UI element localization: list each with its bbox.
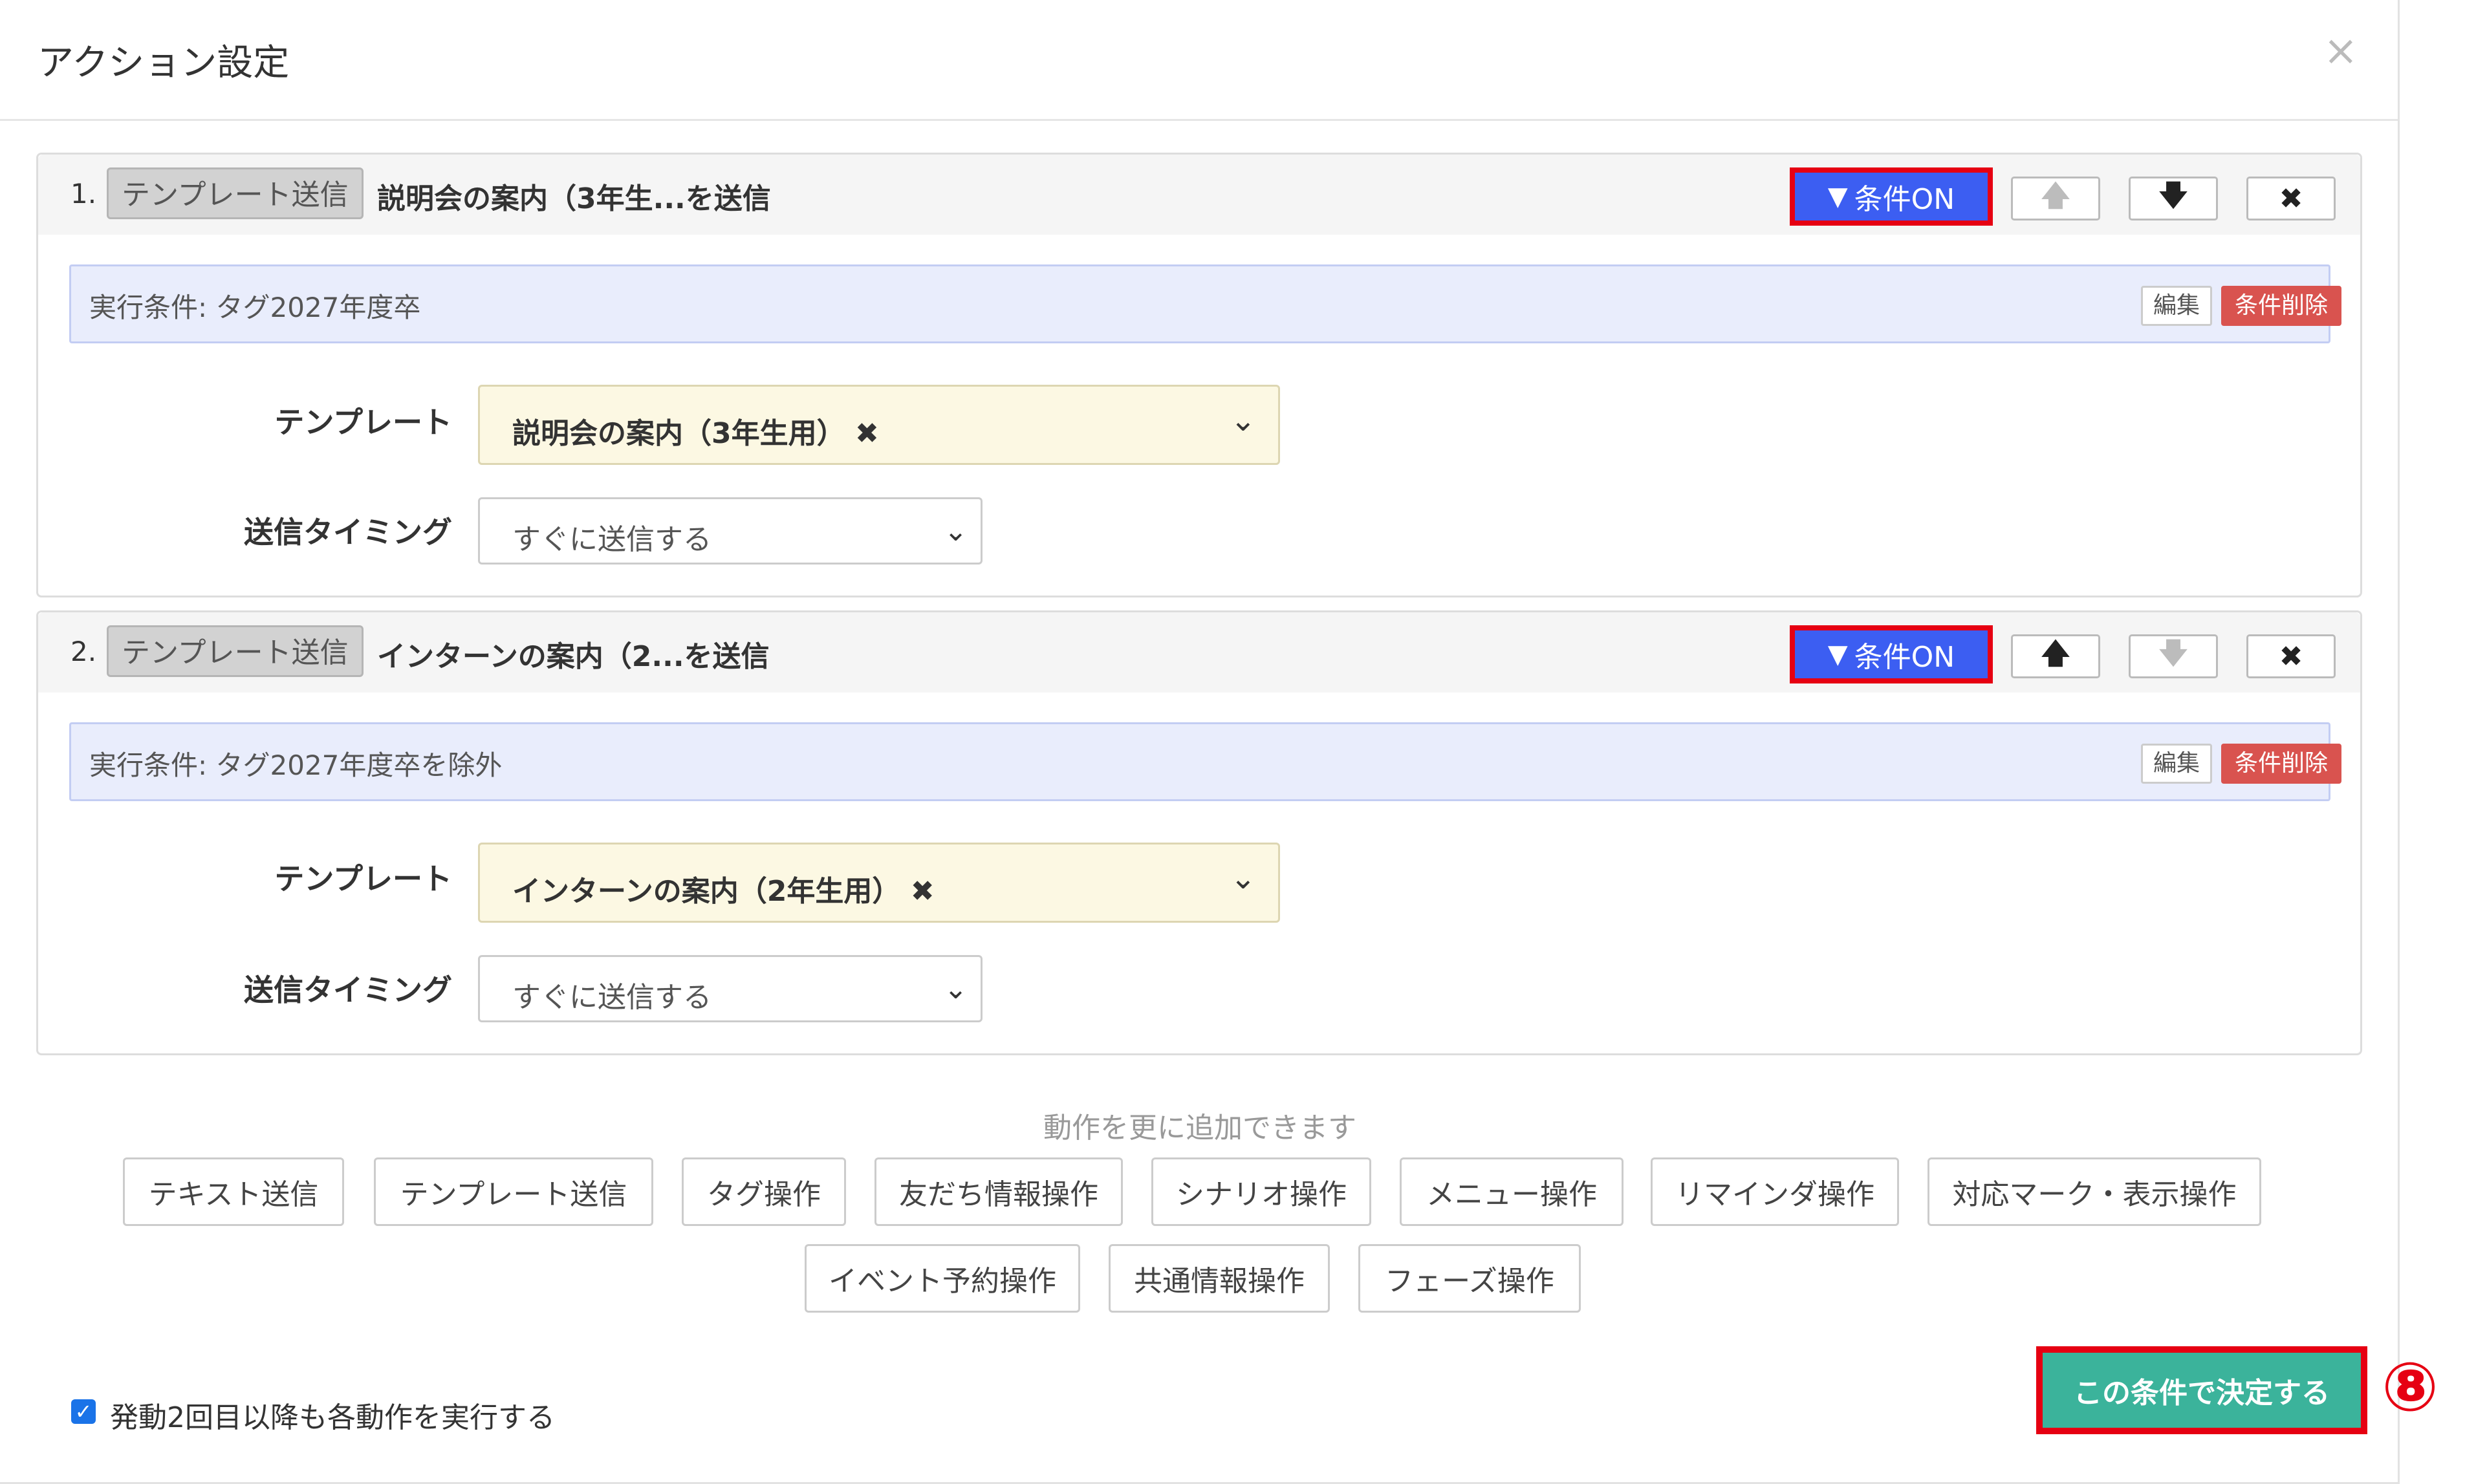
clear-icon[interactable]: ✖ [911,875,935,908]
add-action-hint: 動作を更に追加できます [1043,1112,1356,1145]
chevron-down-icon: ⌄ [944,515,968,548]
move-up-button[interactable]: 🡅 [2011,177,2100,220]
add-menu-button[interactable]: メニュー操作 [1400,1157,1624,1226]
modal-title: アクション設定 [38,42,290,84]
execution-condition-box: 実行条件: タグ2027年度卒 編集 条件削除 [69,264,2341,343]
move-down-button[interactable]: 🡇 [2129,177,2218,220]
action-panel-header: 2. テンプレート送信 インターンの案内（2...を送信 ▼ 条件ON 🡅 🡇 … [38,612,2360,693]
timing-label: 送信タイミング [244,973,452,1007]
modal-header: アクション設定 × [0,0,2398,121]
add-mark-display-button[interactable]: 対応マーク・表示操作 [1928,1157,2261,1226]
edit-condition-button[interactable]: 編集 [2141,744,2212,784]
delete-condition-button[interactable]: 条件削除 [2221,744,2341,784]
close-icon[interactable]: × [2323,27,2358,75]
action-type-badge: テンプレート送信 [107,167,364,219]
action-name: インターンの案内（2...を送信 [377,640,770,673]
execution-condition-text: 実行条件: タグ2027年度卒 [89,292,421,323]
add-tag-operation-button[interactable]: タグ操作 [682,1157,846,1226]
chevron-down-icon: ⌄ [1230,860,1256,896]
add-shared-info-button[interactable]: 共通情報操作 [1109,1244,1330,1313]
timing-label: 送信タイミング [244,515,452,550]
clear-icon[interactable]: ✖ [855,417,879,450]
action-number: 2. [71,636,97,667]
remove-action-button[interactable]: ✖ [2246,177,2336,220]
close-icon: ✖ [2279,182,2303,215]
chevron-down-icon: ⌄ [1230,402,1256,438]
move-down-button[interactable]: 🡇 [2129,634,2218,678]
remove-action-button[interactable]: ✖ [2246,634,2336,678]
condition-on-button[interactable]: ▼ 条件ON [1790,167,1993,226]
timing-select[interactable]: すぐに送信する ⌄ [478,955,983,1022]
timing-value: すぐに送信する [512,981,711,1014]
add-friend-info-button[interactable]: 友だち情報操作 [874,1157,1123,1226]
filter-icon: ▼ [1827,640,1848,669]
repeat-execution-label: 発動2回目以降も各動作を実行する [110,1401,555,1434]
action-panel-header: 1. テンプレート送信 説明会の案内（3年生...を送信 ▼ 条件ON 🡅 🡇 … [38,155,2360,235]
condition-on-button[interactable]: ▼ 条件ON [1790,625,1993,683]
template-select[interactable]: インターンの案内（2年生用） ✖ ⌄ [478,843,1280,923]
close-icon: ✖ [2279,640,2303,673]
arrow-down-icon: 🡇 [2158,178,2188,212]
action-panel-1: 1. テンプレート送信 説明会の案内（3年生...を送信 ▼ 条件ON 🡅 🡇 … [36,153,2362,597]
add-scenario-button[interactable]: シナリオ操作 [1151,1157,1371,1226]
chevron-down-icon: ⌄ [944,973,968,1005]
filter-icon: ▼ [1827,182,1848,211]
arrow-up-icon: 🡅 [2041,636,2070,670]
add-phase-button[interactable]: フェーズ操作 [1358,1244,1581,1313]
template-value: 説明会の案内（3年生用） ✖ [512,417,879,450]
action-panel-2: 2. テンプレート送信 インターンの案内（2...を送信 ▼ 条件ON 🡅 🡇 … [36,610,2362,1055]
delete-condition-button[interactable]: 条件削除 [2221,286,2341,326]
execution-condition-box: 実行条件: タグ2027年度卒を除外 編集 条件削除 [69,722,2341,801]
step-marker: ⑧ [2382,1348,2439,1426]
execution-condition-text: 実行条件: タグ2027年度卒を除外 [89,749,503,781]
template-label: テンプレート [274,861,452,896]
timing-value: すぐに送信する [512,523,711,556]
add-reminder-button[interactable]: リマインダ操作 [1651,1157,1899,1226]
template-select[interactable]: 説明会の案内（3年生用） ✖ ⌄ [478,385,1280,465]
condition-on-label: 条件ON [1854,183,1955,216]
edit-condition-button[interactable]: 編集 [2141,286,2212,326]
action-number: 1. [71,178,97,210]
add-event-reservation-button[interactable]: イベント予約操作 [805,1244,1080,1313]
action-settings-modal: アクション設定 × 1. テンプレート送信 説明会の案内（3年生...を送信 ▼… [0,0,2400,1484]
repeat-execution-checkbox[interactable]: ✓ [71,1399,96,1424]
action-name: 説明会の案内（3年生...を送信 [377,182,771,215]
timing-select[interactable]: すぐに送信する ⌄ [478,497,983,565]
add-template-send-button[interactable]: テンプレート送信 [374,1157,653,1226]
move-up-button[interactable]: 🡅 [2011,634,2100,678]
add-text-send-button[interactable]: テキスト送信 [123,1157,344,1226]
template-label: テンプレート [274,405,452,440]
arrow-down-icon: 🡇 [2158,636,2188,670]
action-type-badge: テンプレート送信 [107,625,364,677]
arrow-up-icon: 🡅 [2041,178,2070,212]
condition-on-label: 条件ON [1854,641,1955,674]
submit-button[interactable]: この条件で決定する [2036,1346,2367,1434]
template-value: インターンの案内（2年生用） ✖ [512,875,935,908]
